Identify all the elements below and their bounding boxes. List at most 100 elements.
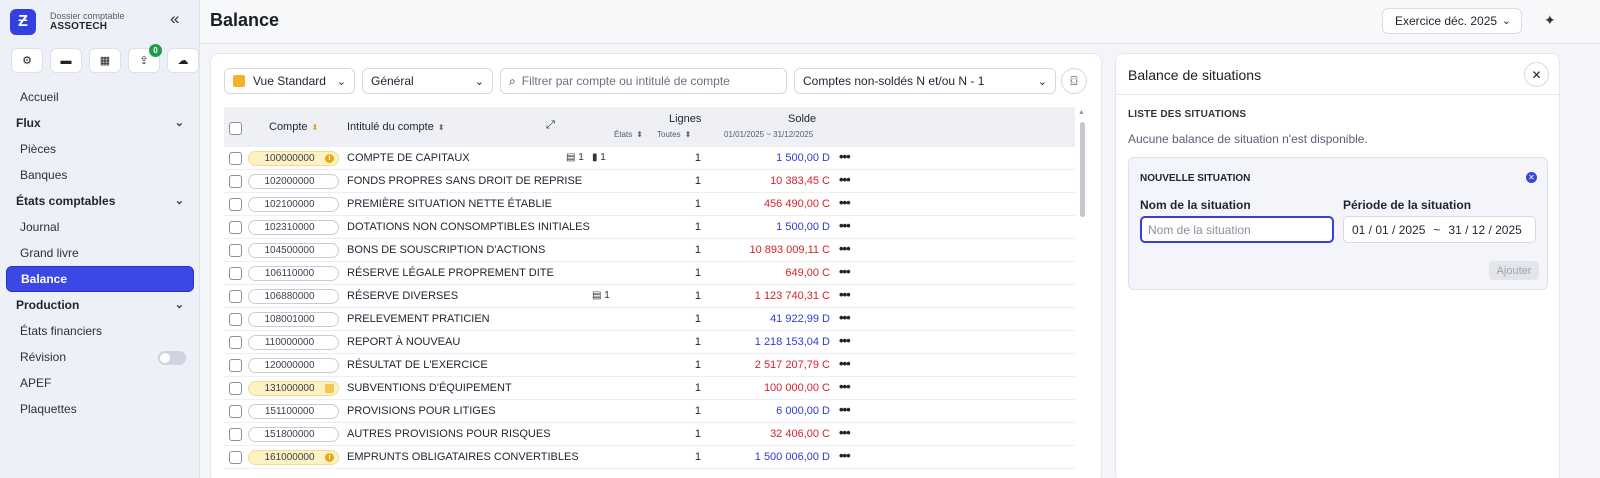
sidebar-item-apef[interactable]: APEF — [6, 370, 194, 396]
document-count[interactable]: ▤ 1 — [566, 152, 584, 163]
nav-section-production[interactable]: Production ⌄ — [6, 292, 194, 318]
exercise-select[interactable]: Exercice déc. 2025 ⌄ — [1382, 8, 1522, 34]
more-actions-icon[interactable]: ••• — [839, 425, 851, 440]
table-row[interactable]: 102310000 DOTATIONS NON CONSOMPTIBLES INI… — [224, 216, 1075, 239]
account-number[interactable]: 100000000 i — [248, 151, 339, 166]
table-row[interactable]: 104500000 BONS DE SOUSCRIPTION D'ACTIONS 1… — [224, 239, 1075, 262]
account-number[interactable]: 131000000 — [248, 381, 339, 396]
folder-button[interactable]: ▬ — [50, 48, 82, 73]
scan-button[interactable]: ⌼ — [1061, 68, 1087, 94]
account-number[interactable]: 106110000 — [248, 266, 339, 281]
accounts-filter-select[interactable]: Comptes non-soldés N et/ou N - 1 ⌄ — [794, 68, 1056, 94]
column-all[interactable]: Toutes ⬍ — [657, 130, 691, 139]
document-count[interactable]: ▤ 1 — [592, 290, 610, 301]
column-label[interactable]: Intitulé du compte ⬍ — [347, 121, 445, 133]
situation-name-input[interactable] — [1140, 216, 1334, 243]
sidebar-item-journal[interactable]: Journal — [6, 214, 194, 240]
more-actions-icon[interactable]: ••• — [839, 172, 851, 187]
close-icon[interactable]: ✕ — [1526, 172, 1537, 183]
more-actions-icon[interactable]: ••• — [839, 264, 851, 279]
row-checkbox[interactable] — [229, 267, 242, 280]
view-select[interactable]: Vue Standard ⌄ — [224, 68, 355, 94]
row-checkbox[interactable] — [229, 382, 242, 395]
account-number[interactable]: 102310000 — [248, 220, 339, 235]
account-number[interactable]: 151100000 — [248, 404, 339, 419]
account-number[interactable]: 102000000 — [248, 174, 339, 189]
scrollbar[interactable]: ▲ — [1078, 107, 1086, 478]
row-checkbox[interactable] — [229, 313, 242, 326]
table-row[interactable]: 106110000 RÉSERVE LÉGALE PROPREMENT DITE 1… — [224, 262, 1075, 285]
more-actions-icon[interactable]: ••• — [839, 448, 851, 463]
row-checkbox[interactable] — [229, 152, 242, 165]
account-number[interactable]: 110000000 — [248, 335, 339, 350]
nav-section-etats-comptables[interactable]: États comptables ⌄ — [6, 188, 194, 214]
search-input[interactable] — [521, 74, 772, 88]
row-checkbox[interactable] — [229, 428, 242, 441]
account-number[interactable]: 120000000 — [248, 358, 339, 373]
row-checkbox[interactable] — [229, 290, 242, 303]
table-row[interactable]: 131000000 SUBVENTIONS D'ÉQUIPEMENT 1 100 00… — [224, 377, 1075, 400]
account-number[interactable]: 108001000 — [248, 312, 339, 327]
sidebar-item-pieces[interactable]: Pièces — [6, 136, 194, 162]
more-actions-icon[interactable]: ••• — [839, 379, 851, 394]
table-row[interactable]: 106880000 RÉSERVE DIVERSES ▤ 1 1 1 123 740,3… — [224, 285, 1075, 308]
sidebar-item-etats-financiers[interactable]: États financiers — [6, 318, 194, 344]
more-actions-icon[interactable]: ••• — [839, 149, 851, 164]
close-panel-button[interactable]: ✕ — [1524, 62, 1549, 87]
table-row[interactable]: 161000000 i EMPRUNTS OBLIGATAIRES CONVERTI… — [224, 446, 1075, 469]
table-row[interactable]: 100000000 i COMPTE DE CAPITAUX ▤ 1 ▮ 1 1 1 500… — [224, 147, 1075, 170]
add-situation-button[interactable]: Ajouter — [1489, 261, 1539, 280]
expand-icon[interactable]: ⤢ — [546, 119, 555, 132]
table-row[interactable]: 108001000 PRELEVEMENT PRATICIEN 1 41 922,99… — [224, 308, 1075, 331]
collapse-sidebar-icon[interactable]: « — [170, 9, 179, 29]
period-start[interactable]: 01 / 01 / 2025 — [1352, 223, 1425, 237]
account-number[interactable]: 102100000 — [248, 197, 339, 212]
column-account[interactable]: Compte ⬍ — [269, 121, 318, 133]
more-actions-icon[interactable]: ••• — [839, 333, 851, 348]
sparkle-icon[interactable]: ✦ — [1544, 12, 1556, 29]
more-actions-icon[interactable]: ••• — [839, 241, 851, 256]
sidebar-item-accueil[interactable]: Accueil — [6, 84, 194, 110]
more-actions-icon[interactable]: ••• — [839, 310, 851, 325]
row-checkbox[interactable] — [229, 359, 242, 372]
account-number[interactable]: 151800000 — [248, 427, 339, 442]
table-row[interactable]: 102000000 FONDS PROPRES SANS DROIT DE REP… — [224, 170, 1075, 193]
row-checkbox[interactable] — [229, 175, 242, 188]
sidebar-item-banques[interactable]: Banques — [6, 162, 194, 188]
more-actions-icon[interactable]: ••• — [839, 195, 851, 210]
row-checkbox[interactable] — [229, 221, 242, 234]
scroll-thumb[interactable] — [1080, 122, 1085, 217]
table-row[interactable]: 102100000 PREMIÈRE SITUATION NETTE ÉTABLI… — [224, 193, 1075, 216]
row-checkbox[interactable] — [229, 244, 242, 257]
attachment-count[interactable]: ▮ 1 — [592, 152, 606, 163]
nav-section-flux[interactable]: Flux ⌄ — [6, 110, 194, 136]
column-states[interactable]: États ⬍ — [614, 130, 643, 139]
sidebar-item-grand-livre[interactable]: Grand livre — [6, 240, 194, 266]
row-checkbox[interactable] — [229, 336, 242, 349]
brand[interactable]: Ƶ Dossier comptable ASSOTECH — [10, 7, 190, 37]
settings-button[interactable]: ⚙ — [11, 48, 43, 73]
select-all-checkbox[interactable] — [229, 122, 242, 135]
more-actions-icon[interactable]: ••• — [839, 218, 851, 233]
row-checkbox[interactable] — [229, 198, 242, 211]
sidebar-item-balance[interactable]: Balance — [6, 266, 194, 292]
table-row[interactable]: 151800000 AUTRES PROVISIONS POUR RISQUES 1… — [224, 423, 1075, 446]
more-actions-icon[interactable]: ••• — [839, 402, 851, 417]
table-row[interactable]: 151100000 PROVISIONS POUR LITIGES 1 6 000,0… — [224, 400, 1075, 423]
sidebar-item-revision[interactable]: Révision — [6, 344, 194, 370]
account-number[interactable]: 106880000 — [248, 289, 339, 304]
journal-select[interactable]: Général ⌄ — [362, 68, 493, 94]
period-range-picker[interactable]: 01 / 01 / 2025 ~ 31 / 12 / 2025 — [1343, 216, 1536, 243]
period-end[interactable]: 31 / 12 / 2025 — [1448, 223, 1521, 237]
cloud-upload-button[interactable]: ☁ — [167, 48, 199, 73]
scroll-up-icon[interactable]: ▲ — [1078, 109, 1085, 116]
account-number[interactable]: 104500000 — [248, 243, 339, 258]
revision-toggle[interactable] — [158, 351, 186, 365]
row-checkbox[interactable] — [229, 405, 242, 418]
more-actions-icon[interactable]: ••• — [839, 287, 851, 302]
table-row[interactable]: 110000000 REPORT À NOUVEAU 1 1 218 153,04 D… — [224, 331, 1075, 354]
table-row[interactable]: 120000000 RÉSULTAT DE L'EXERCICE 1 2 517 20… — [224, 354, 1075, 377]
more-actions-icon[interactable]: ••• — [839, 356, 851, 371]
store-button[interactable]: ▦ — [89, 48, 121, 73]
account-number[interactable]: 161000000 i — [248, 450, 339, 465]
